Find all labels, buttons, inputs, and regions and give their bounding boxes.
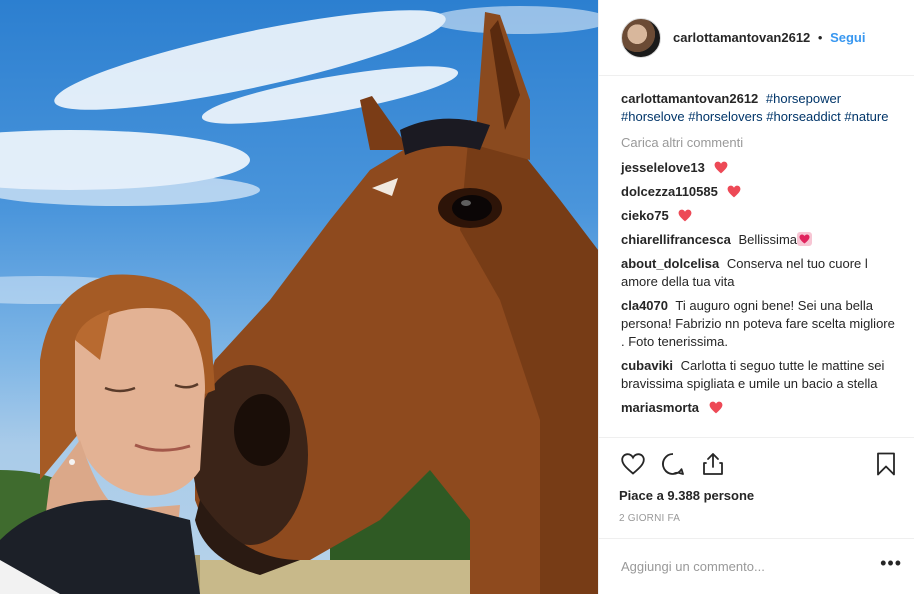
- post-sidebar: carlottamantovan2612 • Segui carlottaman…: [598, 0, 914, 594]
- comment-item: dolcezza110585: [621, 183, 898, 201]
- bookmark-icon: [877, 452, 895, 476]
- comment-item: chiarellifrancesca Bellissima: [621, 231, 898, 249]
- red-heart-icon: [678, 209, 692, 222]
- load-more-comments-button[interactable]: Carica altri commenti: [621, 135, 898, 150]
- heart-outline-icon: [621, 453, 645, 475]
- hashtag-link[interactable]: #horselovers: [688, 109, 762, 124]
- caption-username[interactable]: carlottamantovan2612: [621, 91, 758, 106]
- horse-selfie-image: [0, 6, 598, 594]
- share-upload-icon: [703, 453, 723, 475]
- comment-button[interactable]: [659, 450, 687, 478]
- separator-dot: •: [817, 30, 823, 45]
- comment-text: Bellissima: [738, 232, 797, 247]
- heart-emoji-icon: [797, 232, 812, 246]
- comment-username[interactable]: dolcezza110585: [621, 184, 718, 199]
- comment-item: cla4070 Ti auguro ogni bene! Sei una bel…: [621, 297, 898, 351]
- header-info: carlottamantovan2612 • Segui: [673, 30, 866, 45]
- post-header: carlottamantovan2612 • Segui: [599, 0, 914, 76]
- actions-section: Piace a 9.388 persone 2 GIORNI FA: [599, 437, 914, 538]
- comment-item: cubaviki Carlotta ti seguo tutte le matt…: [621, 357, 898, 393]
- likes-count[interactable]: Piace a 9.388 persone: [619, 488, 900, 503]
- caption: carlottamantovan2612 #horsepower #horsel…: [621, 90, 898, 126]
- add-comment-bar: •••: [599, 538, 914, 594]
- hashtag-link[interactable]: #nature: [844, 109, 888, 124]
- comments-section: carlottamantovan2612 #horsepower #horsel…: [599, 76, 914, 437]
- share-button[interactable]: [699, 450, 727, 478]
- red-heart-icon: [715, 161, 728, 174]
- comment-username[interactable]: cubaviki: [621, 358, 673, 373]
- hashtag-link[interactable]: #horselove: [621, 109, 685, 124]
- header-username[interactable]: carlottamantovan2612: [673, 30, 810, 45]
- action-bar: [619, 444, 900, 484]
- more-options-button[interactable]: •••: [880, 553, 902, 580]
- comment-username[interactable]: jesselelove13: [621, 160, 705, 175]
- post-date: 2 GIORNI FA: [619, 513, 681, 524]
- comment-bubble-icon: [662, 453, 684, 475]
- comment-item: about_dolcelisa Conserva nel tuo cuore l…: [621, 255, 898, 291]
- save-button[interactable]: [872, 450, 900, 478]
- comment-username[interactable]: cieko75: [621, 208, 669, 223]
- post-photo[interactable]: [0, 0, 598, 594]
- hashtag-link[interactable]: #horseaddict: [766, 109, 840, 124]
- comment-username[interactable]: chiarellifrancesca: [621, 232, 731, 247]
- red-heart-icon: [709, 401, 723, 414]
- comment-item: jesselelove13: [621, 159, 898, 177]
- add-comment-input[interactable]: [621, 559, 881, 574]
- red-heart-icon: [728, 185, 741, 198]
- instagram-post: carlottamantovan2612 • Segui carlottaman…: [0, 0, 914, 594]
- avatar[interactable]: [621, 17, 661, 58]
- follow-button[interactable]: Segui: [830, 30, 865, 45]
- like-button[interactable]: [619, 450, 647, 478]
- comment-item: mariasmorta: [621, 399, 898, 417]
- comment-item: cieko75: [621, 207, 898, 225]
- comment-username[interactable]: about_dolcelisa: [621, 256, 719, 271]
- comment-username[interactable]: cla4070: [621, 298, 668, 313]
- hashtag-link[interactable]: #horsepower: [766, 91, 841, 106]
- comment-username[interactable]: mariasmorta: [621, 400, 699, 415]
